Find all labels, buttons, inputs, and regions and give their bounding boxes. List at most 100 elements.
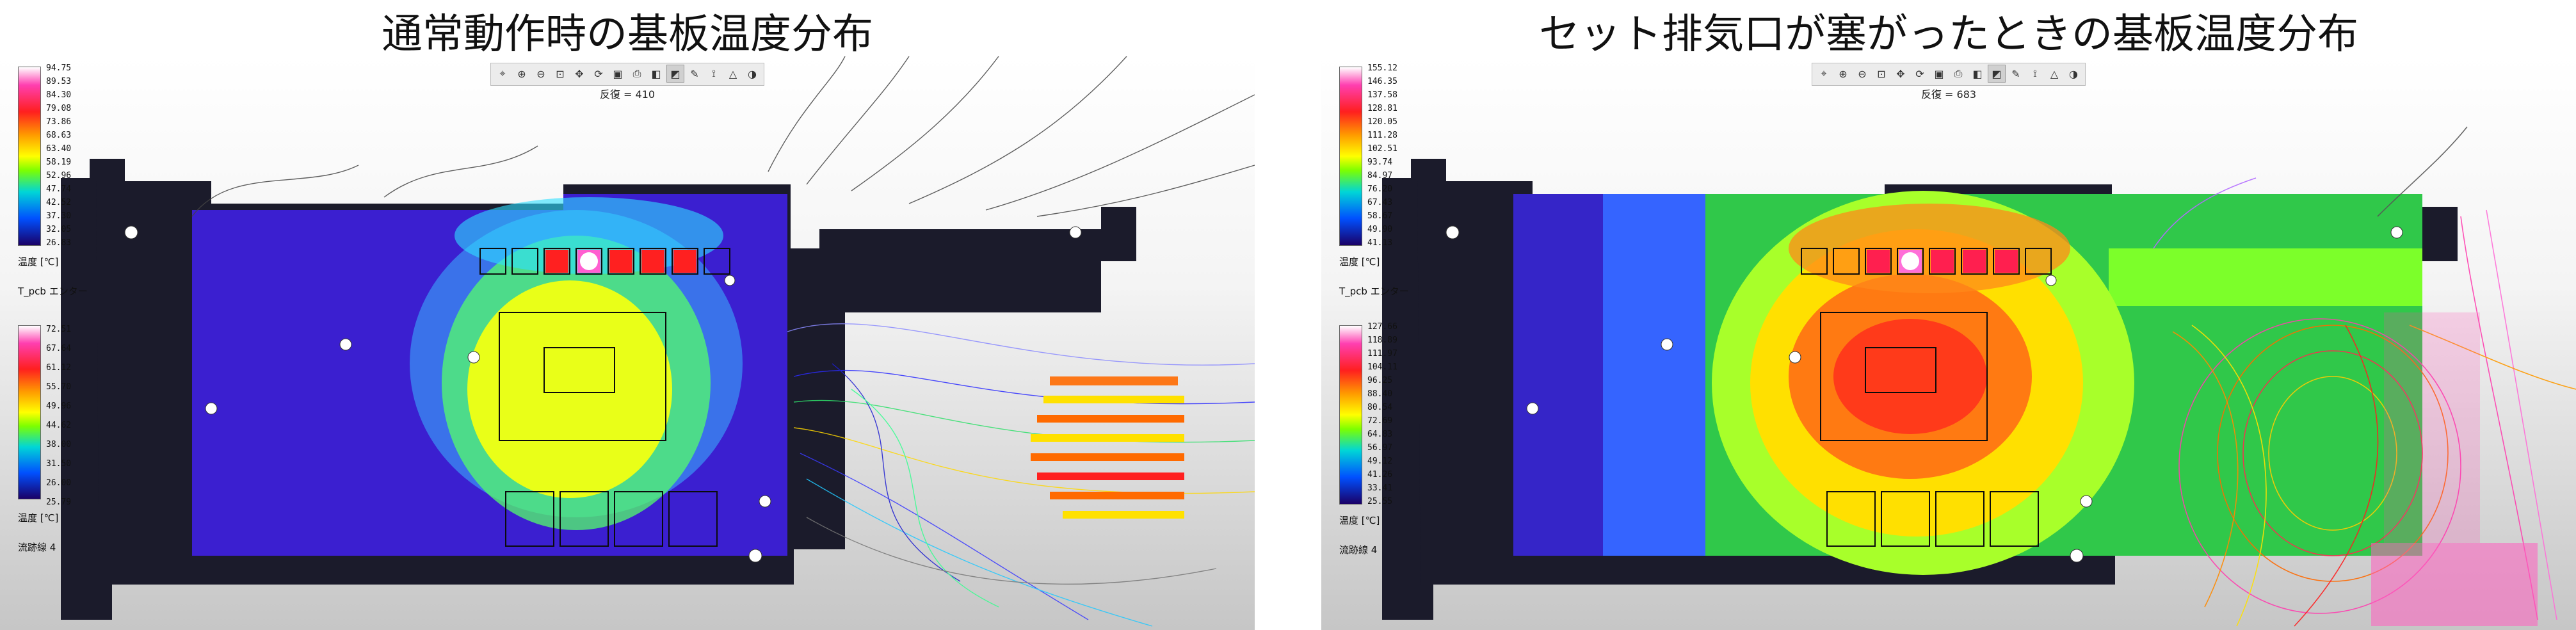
legend-tick: 84.97 [1367,171,1393,181]
zoom-in-icon[interactable]: ⊕ [1834,65,1852,83]
pan-icon[interactable]: ✥ [570,65,588,83]
legend-ticks: 72.51 67.64 61.12 55.70 49.96 44.62 38.0… [46,320,71,512]
color-scale-bar [18,67,41,246]
legend-tick: 64.83 [1367,430,1393,439]
color-scale-bar [1339,67,1362,246]
color-scale-bar [1339,325,1362,505]
legend-ticks: 127.66 118.89 111.97 104.11 96.25 88.40 … [1367,320,1397,508]
zoom-out-icon[interactable]: ⊖ [532,65,550,83]
legend-tick: 96.25 [1367,376,1393,385]
legend-tick: 137.58 [1367,90,1397,100]
zoom-fit-icon[interactable]: ⌖ [1815,65,1833,83]
pan-icon[interactable]: ✥ [1892,65,1910,83]
legend-tick: 38.00 [46,440,72,449]
legend-tick: 61.12 [46,363,72,373]
legend-tick: 63.40 [46,144,72,154]
legend-tick: 33.41 [1367,483,1393,493]
view-orientation-icon[interactable]: ◧ [1968,65,1986,83]
legend-tick: 72.51 [46,325,72,334]
probe-icon[interactable]: ✎ [2007,65,2025,83]
iteration-counter: 反復 = 683 [1920,88,1977,101]
lighting-icon[interactable]: △ [724,65,742,83]
legend-tick: 42.52 [46,198,72,207]
legend-ticks: 94.75 89.53 84.30 79.08 73.86 68.63 63.4… [46,61,71,250]
legend-tick: 94.75 [46,63,72,73]
legend-tick: 49.96 [46,401,72,411]
legend-tick: 84.30 [46,90,72,100]
simulation-viewport-blocked-vent[interactable]: ⌖ ⊕ ⊖ ⊡ ✥ ⟳ ▣ ⎙ ◧ ◩ ✎ ⟟ △ ◑ 反復 = 683 155… [1321,56,2576,630]
print-icon[interactable]: ⎙ [628,65,646,83]
legend-tick: 111.97 [1367,349,1397,359]
legend-source-label: T_pcb エンター [18,286,88,297]
view-toolbar: ⌖ ⊕ ⊖ ⊡ ✥ ⟳ ▣ ⎙ ◧ ◩ ✎ ⟟ △ ◑ [1812,63,2086,86]
thermal-flow-scene [1382,126,2576,627]
legend-tick: 76.20 [1367,184,1393,194]
zoom-box-icon[interactable]: ⊡ [1872,65,1890,83]
legend-tick: 52.96 [46,171,72,181]
legend-tick: 25.79 [46,497,72,507]
display-mode-icon[interactable]: ◩ [1988,65,2006,83]
panel-title-normal: 通常動作時の基板温度分布 [382,11,873,58]
triad-icon[interactable]: ⟟ [705,65,723,83]
legend-unit-label: 温度 [℃] [18,512,59,524]
legend-tick: 26.00 [46,478,72,488]
zoom-box-icon[interactable]: ⊡ [551,65,569,83]
legend-tick: 80.54 [1367,403,1393,412]
legend-ticks: 155.12 146.35 137.58 128.81 120.05 111.2… [1367,61,1397,250]
legend-tick: 79.08 [46,104,72,113]
appearance-icon[interactable]: ◑ [2065,65,2082,83]
triad-icon[interactable]: ⟟ [2026,65,2044,83]
legend-tick: 127.66 [1367,322,1397,332]
legend-tick: 41.13 [1367,238,1393,248]
zoom-in-icon[interactable]: ⊕ [513,65,531,83]
iteration-counter: 反復 = 410 [599,88,656,101]
legend-tick: 49.90 [1367,225,1393,234]
simulation-viewport-normal[interactable]: ⌖ ⊕ ⊖ ⊡ ✥ ⟳ ▣ ⎙ ◧ ◩ ✎ ⟟ △ ◑ 反復 = 410 94.… [0,56,1255,630]
legend-tick: 58.67 [1367,211,1393,221]
legend-tick: 67.43 [1367,198,1393,207]
section-view-icon[interactable]: ▣ [1930,65,1948,83]
legend-tick: 104.11 [1367,362,1397,372]
legend-tick: 102.51 [1367,144,1397,154]
legend-tick: 49.12 [1367,456,1393,466]
zoom-fit-icon[interactable]: ⌖ [494,65,511,83]
legend-tick: 118.89 [1367,335,1397,345]
legend-tick: 88.40 [1367,389,1393,399]
legend-tick: 120.05 [1367,117,1397,127]
legend-tick: 44.62 [46,421,72,430]
appearance-icon[interactable]: ◑ [743,65,761,83]
thermal-flow-scene [61,56,1255,627]
legend-tick: 58.19 [46,158,72,167]
legend-tick: 25.55 [1367,497,1393,506]
rotate-icon[interactable]: ⟳ [590,65,608,83]
legend-tick: 67.64 [46,344,72,353]
legend-tick: 47.74 [46,184,72,194]
legend-tick: 93.74 [1367,158,1393,167]
legend-tick: 89.53 [46,77,72,86]
legend-tick: 72.69 [1367,416,1393,426]
legend-unit-label: 温度 [℃] [18,256,59,268]
legend-tick: 37.30 [46,211,72,221]
rotate-icon[interactable]: ⟳ [1911,65,1929,83]
legend-tick: 56.97 [1367,443,1393,453]
legend-tick: 31.50 [46,459,72,469]
probe-icon[interactable]: ✎ [686,65,704,83]
legend-tick: 55.70 [46,382,72,392]
legend-tick: 26.83 [46,238,72,248]
legend-source-label: T_pcb エンター [1339,286,1409,297]
legend-source-label: 流跡線 4 [18,542,56,553]
view-toolbar: ⌖ ⊕ ⊖ ⊡ ✥ ⟳ ▣ ⎙ ◧ ◩ ✎ ⟟ △ ◑ [490,63,764,86]
legend-tick: 128.81 [1367,104,1397,113]
legend-tick: 32.05 [46,225,72,234]
display-mode-icon[interactable]: ◩ [666,65,684,83]
legend-tick: 155.12 [1367,63,1397,73]
legend-tick: 73.86 [46,117,72,127]
section-view-icon[interactable]: ▣ [609,65,627,83]
legend-tick: 41.26 [1367,470,1393,480]
print-icon[interactable]: ⎙ [1949,65,1967,83]
lighting-icon[interactable]: △ [2045,65,2063,83]
legend-tick: 68.63 [46,131,72,140]
legend-source-label: 流跡線 4 [1339,544,1378,556]
zoom-out-icon[interactable]: ⊖ [1853,65,1871,83]
view-orientation-icon[interactable]: ◧ [647,65,665,83]
